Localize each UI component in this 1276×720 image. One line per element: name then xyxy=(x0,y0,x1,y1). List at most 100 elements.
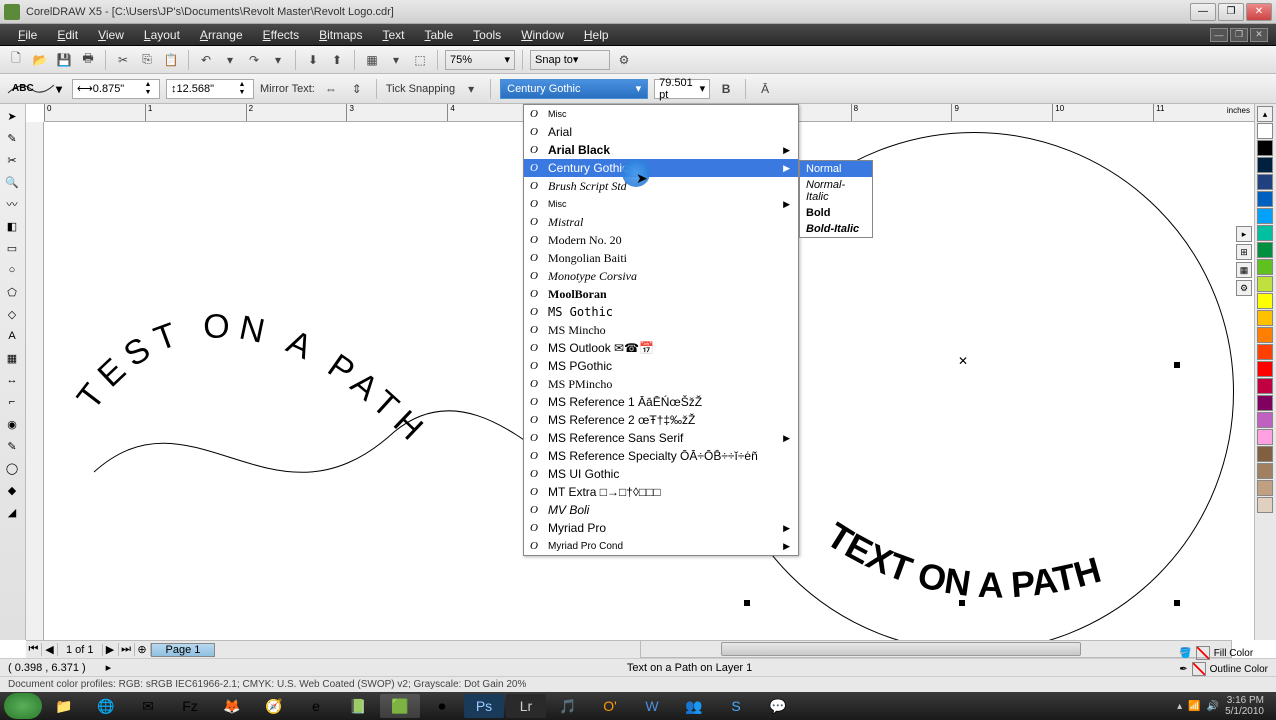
itunes-icon[interactable]: 🎵 xyxy=(548,694,588,718)
font-item[interactable]: OMS Mincho xyxy=(524,321,798,339)
font-item[interactable]: OMS PMincho xyxy=(524,375,798,393)
firefox-icon[interactable]: 🦊 xyxy=(212,694,252,718)
color-swatch[interactable] xyxy=(1257,276,1273,292)
text-on-path-2[interactable]: TEXT ON A PATH xyxy=(804,482,1244,640)
selection-center[interactable]: ✕ xyxy=(958,354,968,368)
copy-icon[interactable]: ⎘ xyxy=(137,50,157,70)
color-swatch[interactable] xyxy=(1257,157,1273,173)
color-swatch[interactable] xyxy=(1257,293,1273,309)
minimize-button[interactable]: — xyxy=(1190,3,1216,21)
font-item[interactable]: OMS Outlook ✉☎📅 xyxy=(524,339,798,357)
offset-x-field[interactable]: ⟷ 0.875"▲▼ xyxy=(72,79,160,99)
safari-icon[interactable]: 🧭 xyxy=(254,694,294,718)
color-swatch[interactable] xyxy=(1257,225,1273,241)
color-swatch[interactable] xyxy=(1257,412,1273,428)
doc-restore[interactable]: ❐ xyxy=(1230,28,1248,42)
color-swatch[interactable] xyxy=(1257,174,1273,190)
export-icon[interactable]: ⬆ xyxy=(327,50,347,70)
dimension-tool-icon[interactable]: ↔ xyxy=(2,370,22,390)
font-item[interactable]: OMS Reference Specialty ŌĀ÷ŌB̄÷÷ĭ÷ėñ xyxy=(524,447,798,465)
color-swatch[interactable] xyxy=(1257,327,1273,343)
rectangle-tool-icon[interactable]: ▭ xyxy=(2,238,22,258)
color-swatch[interactable] xyxy=(1257,497,1273,513)
chrome-icon[interactable]: 🌐 xyxy=(86,694,126,718)
text-tool-icon[interactable]: A xyxy=(2,326,22,346)
dropdown-icon[interactable]: ▾ xyxy=(461,79,481,99)
zoom-select[interactable]: 75%▾ xyxy=(445,50,515,70)
doc-close[interactable]: ✕ xyxy=(1250,28,1268,42)
crop-tool-icon[interactable]: ✂ xyxy=(2,150,22,170)
palette-up-icon[interactable]: ▴ xyxy=(1257,106,1273,122)
ellipse-tool-icon[interactable]: ○ xyxy=(2,260,22,280)
font-dropdown[interactable]: OMiscOArialOArial Black▶OCentury Gothic▶… xyxy=(523,104,799,556)
connector-tool-icon[interactable]: ⌐ xyxy=(2,392,22,412)
menu-view[interactable]: View xyxy=(88,26,134,44)
color-swatch[interactable] xyxy=(1257,191,1273,207)
style-item[interactable]: Normal xyxy=(800,161,872,177)
bold-icon[interactable]: B xyxy=(716,79,736,99)
color-swatch[interactable] xyxy=(1257,242,1273,258)
polygon-tool-icon[interactable]: ⬠ xyxy=(2,282,22,302)
smart-fill-icon[interactable]: ◧ xyxy=(2,216,22,236)
menu-arrange[interactable]: Arrange xyxy=(190,26,253,44)
explorer-icon[interactable]: 📁 xyxy=(44,694,84,718)
offset-y-field[interactable]: ↕ 12.568"▲▼ xyxy=(166,79,254,99)
freehand-tool-icon[interactable]: 〰 xyxy=(2,194,22,214)
cut-icon[interactable]: ✂ xyxy=(113,50,133,70)
font-size-select[interactable]: 79.501 pt ▾ xyxy=(654,79,710,99)
color-swatch[interactable] xyxy=(1257,310,1273,326)
import-icon[interactable]: ⬇ xyxy=(303,50,323,70)
font-item[interactable]: OMS Reference 1 ĀāĒŃœŠžŽ xyxy=(524,393,798,411)
ie-icon[interactable]: e xyxy=(296,694,336,718)
mirror-v-icon[interactable]: ⇕ xyxy=(347,79,367,99)
basic-shapes-icon[interactable]: ◇ xyxy=(2,304,22,324)
undo-icon[interactable]: ↶ xyxy=(196,50,216,70)
dropdown-icon[interactable]: ▾ xyxy=(268,50,288,70)
start-button[interactable] xyxy=(4,693,42,719)
save-icon[interactable]: 💾 xyxy=(54,50,74,70)
color-swatch[interactable] xyxy=(1257,480,1273,496)
selection-handle[interactable] xyxy=(959,600,965,606)
font-item[interactable]: OArial xyxy=(524,123,798,141)
office-icon[interactable]: O' xyxy=(590,694,630,718)
word-icon[interactable]: W xyxy=(632,694,672,718)
color-swatch[interactable] xyxy=(1257,463,1273,479)
page-tab[interactable]: Page 1 xyxy=(151,643,216,657)
menu-edit[interactable]: Edit xyxy=(47,26,88,44)
color-swatch[interactable] xyxy=(1257,140,1273,156)
text-format-icon[interactable]: Ā xyxy=(755,79,775,99)
docker-toggle-icon[interactable]: ▸ xyxy=(1236,226,1252,242)
menu-window[interactable]: Window xyxy=(511,26,574,44)
font-item[interactable]: OMS Reference Sans Serif▶ xyxy=(524,429,798,447)
page-prev-icon[interactable]: ◀ xyxy=(42,643,58,656)
selection-handle[interactable] xyxy=(1174,600,1180,606)
page-first-icon[interactable]: ⏮ xyxy=(26,643,42,656)
font-item[interactable]: OMT Extra □→□†◊□□□ xyxy=(524,483,798,501)
style-item[interactable]: Bold-Italic xyxy=(800,221,872,237)
font-item[interactable]: OMoolBoran xyxy=(524,285,798,303)
font-item[interactable]: OMonotype Corsiva xyxy=(524,267,798,285)
app-icon[interactable]: 📗 xyxy=(338,694,378,718)
welcome-icon[interactable]: ⬚ xyxy=(410,50,430,70)
recorder-icon[interactable]: ⏺ xyxy=(422,694,462,718)
table-tool-icon[interactable]: ▦ xyxy=(2,348,22,368)
font-item[interactable]: OArial Black▶ xyxy=(524,141,798,159)
properties-docker-icon[interactable]: ⚙ xyxy=(1236,280,1252,296)
font-item[interactable]: OMS PGothic xyxy=(524,357,798,375)
outline-swatch[interactable] xyxy=(1192,662,1206,676)
font-family-select[interactable]: Century Gothic▾ xyxy=(500,79,648,99)
color-swatch[interactable] xyxy=(1257,429,1273,445)
font-item[interactable]: OMyriad Pro▶ xyxy=(524,519,798,537)
page-add-icon[interactable]: ⊕ xyxy=(135,643,151,656)
redo-icon[interactable]: ↷ xyxy=(244,50,264,70)
menu-effects[interactable]: Effects xyxy=(253,26,309,44)
page-last-icon[interactable]: ⏭ xyxy=(119,643,135,656)
open-icon[interactable]: 📂 xyxy=(30,50,50,70)
scrollbar-thumb[interactable] xyxy=(721,642,1081,656)
options-icon[interactable]: ⚙ xyxy=(614,50,634,70)
menu-tools[interactable]: Tools xyxy=(463,26,511,44)
fill-tool-icon[interactable]: ◆ xyxy=(2,480,22,500)
color-swatch[interactable] xyxy=(1257,208,1273,224)
color-swatch[interactable] xyxy=(1257,123,1273,139)
color-swatch[interactable] xyxy=(1257,395,1273,411)
